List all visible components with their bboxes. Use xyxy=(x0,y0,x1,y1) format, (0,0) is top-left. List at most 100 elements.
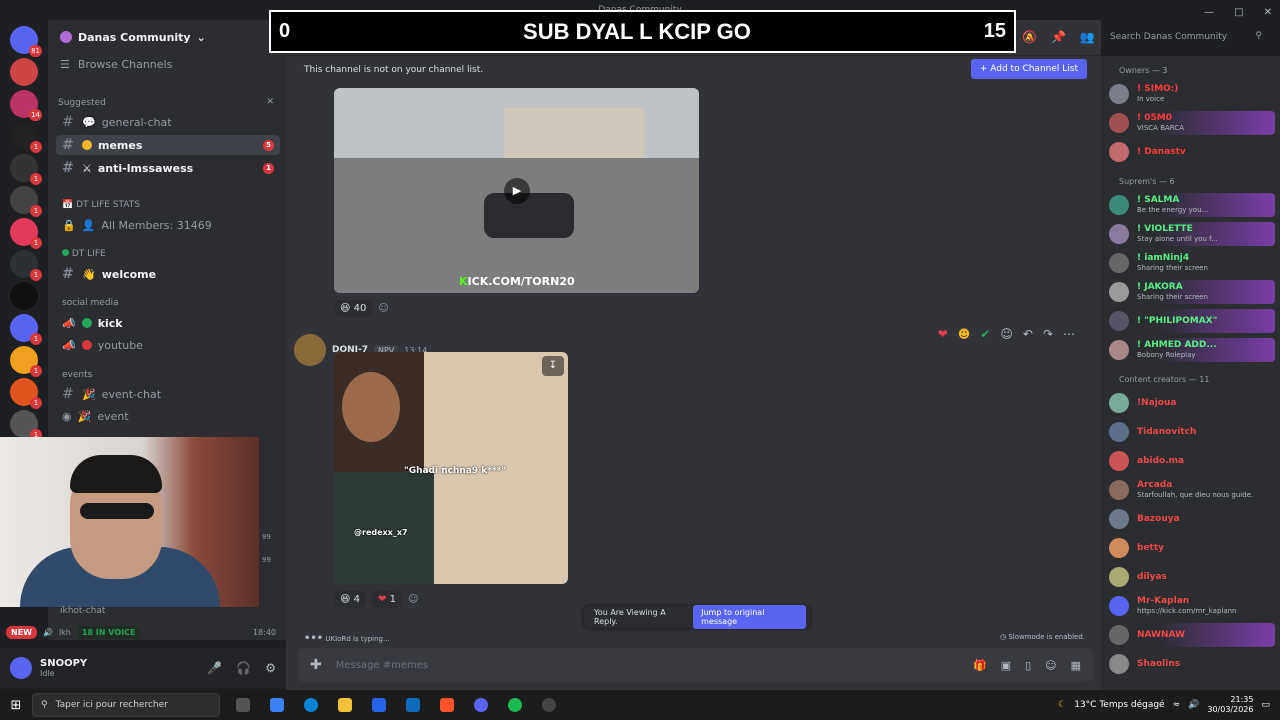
store-icon[interactable] xyxy=(372,698,386,712)
channel-memes[interactable]: # memes 5 xyxy=(56,135,280,155)
check-icon[interactable]: ✔ xyxy=(980,327,990,341)
member-item[interactable]: Mr-Kaplan https://kick.com/mr_kaplann xyxy=(1109,594,1275,618)
server-icon[interactable]: 1 xyxy=(10,154,42,185)
member-item[interactable]: ! 05M0 VISCA BARCA xyxy=(1109,111,1275,135)
add-to-channel-list-button[interactable]: + Add to Channel List xyxy=(970,59,1087,79)
spotify-icon[interactable] xyxy=(508,698,522,712)
channel-youtube[interactable]: 📣 youtube xyxy=(56,335,280,355)
voice-row[interactable]: NEW 🔊 lkh 18 IN VOICE 18:40 xyxy=(0,622,286,642)
heart-icon[interactable]: ❤ xyxy=(938,327,948,341)
member-item[interactable]: ! SALMA Be the energy you... xyxy=(1109,193,1275,217)
avatar[interactable] xyxy=(294,334,326,366)
channel-event-chat[interactable]: # 🎉 event-chat xyxy=(56,384,280,404)
server-header[interactable]: Danas Community ⌄ xyxy=(48,20,286,54)
server-icon[interactable]: 1 xyxy=(10,378,42,409)
member-item[interactable]: ! iamNinj4 Sharing their screen xyxy=(1109,251,1275,275)
dismiss-icon[interactable]: ✕ xyxy=(266,97,274,107)
plus-icon[interactable]: ✚ xyxy=(310,657,322,673)
brave-icon[interactable] xyxy=(440,698,454,712)
minimize-icon[interactable]: — xyxy=(1204,3,1214,23)
member-item[interactable]: Arcada Starfoullah, que dieu nous guide. xyxy=(1109,478,1275,502)
server-icon[interactable]: 14 xyxy=(10,90,42,121)
channel-general-chat[interactable]: # 💬 general-chat xyxy=(56,112,280,132)
category-events[interactable]: events xyxy=(62,370,92,380)
sticker-icon[interactable]: ▯ xyxy=(1025,659,1031,672)
server-icon[interactable] xyxy=(10,58,38,86)
volume-icon[interactable]: 🔊 xyxy=(1188,700,1199,710)
server-icon[interactable]: 1 xyxy=(10,410,42,441)
member-item[interactable]: ! SIMO:) In voice xyxy=(1109,82,1275,106)
download-icon[interactable]: ↧ xyxy=(542,356,564,376)
windows-start-icon[interactable]: ⊞ xyxy=(0,698,32,713)
reply-icon[interactable]: ↶ xyxy=(1023,327,1033,341)
member-item[interactable]: Shaolins xyxy=(1109,652,1275,676)
discord-icon[interactable]: 1 xyxy=(10,314,42,345)
category-suggested[interactable]: Suggested xyxy=(58,98,106,108)
wifi-icon[interactable]: ≈ xyxy=(1173,700,1181,710)
member-item[interactable]: !Najoua xyxy=(1109,391,1275,415)
play-icon[interactable]: ▶ xyxy=(504,178,530,204)
channel-welcome[interactable]: # 👋 welcome xyxy=(56,264,280,284)
server-icon[interactable]: 1 xyxy=(10,218,42,249)
member-item[interactable]: betty xyxy=(1109,536,1275,560)
copilot-icon[interactable] xyxy=(270,698,284,712)
gif-icon[interactable]: ▣ xyxy=(1001,659,1011,672)
headphones-muted-icon[interactable]: 🎧 xyxy=(236,661,251,675)
member-item[interactable]: Bazouya xyxy=(1109,507,1275,531)
pin-icon[interactable]: 📌 xyxy=(1051,30,1066,44)
taskbar-search[interactable]: ⚲ Taper ici pour rechercher xyxy=(32,693,220,717)
search-input[interactable]: Search Danas Community ⚲ xyxy=(1104,27,1268,49)
member-item[interactable]: ! Danastv xyxy=(1109,140,1275,164)
member-item[interactable]: ! VIOLETTE Stay alone until you f... xyxy=(1109,222,1275,246)
avatar[interactable] xyxy=(10,657,32,679)
member-item[interactable]: Tidanovitch xyxy=(1109,420,1275,444)
server-icon[interactable]: 1 xyxy=(10,250,42,281)
member-item[interactable]: ! JAKORA Sharing their screen xyxy=(1109,280,1275,304)
member-item[interactable]: ! "PHILIPOMAX" xyxy=(1109,309,1275,333)
category-dt-life[interactable]: DT LIFE xyxy=(62,249,106,259)
apps-icon[interactable]: ▦ xyxy=(1071,659,1081,672)
reaction-heart[interactable]: ❤ 1 xyxy=(371,591,402,608)
forward-icon[interactable]: ↷ xyxy=(1043,327,1053,341)
emoji-icon[interactable]: ☺ xyxy=(1045,659,1056,672)
member-item[interactable]: NAWNAW xyxy=(1109,623,1275,647)
reaction-laugh[interactable]: 😆 40 xyxy=(334,300,373,317)
category-social-media[interactable]: social media xyxy=(62,298,119,308)
server-icon[interactable]: 1 xyxy=(10,186,42,217)
server-icon[interactable] xyxy=(10,282,38,310)
channel-anti-lmssawess[interactable]: # ⚔ anti-lmssawess 1 xyxy=(56,158,280,178)
server-icon[interactable]: 1 xyxy=(10,122,42,153)
close-icon[interactable]: ✕ xyxy=(1264,3,1272,23)
category-dt-life-stats[interactable]: 📅 DT LIFE STATS xyxy=(62,200,140,210)
more-icon[interactable]: ⋯ xyxy=(1063,327,1075,341)
message-composer[interactable]: ✚ Message #memes 🎁 ▣ ▯ ☺ ▦ xyxy=(298,648,1093,682)
mail-icon[interactable] xyxy=(406,698,420,712)
home-icon[interactable]: 81 xyxy=(10,26,42,57)
channel-kick[interactable]: 📣 kick xyxy=(56,313,280,333)
notifications-icon[interactable]: ▭ xyxy=(1261,700,1270,710)
obs-icon[interactable] xyxy=(542,698,556,712)
add-reaction-icon[interactable]: ☺ xyxy=(378,303,388,314)
file-explorer-icon[interactable] xyxy=(338,698,352,712)
task-view-icon[interactable] xyxy=(236,698,250,712)
gear-icon[interactable]: ⚙ xyxy=(265,661,276,675)
bell-muted-icon[interactable]: 🔕 xyxy=(1022,30,1037,44)
video-attachment[interactable]: ▶ KICK.COM/TORN20 xyxy=(334,88,699,293)
browse-channels[interactable]: ☰ Browse Channels xyxy=(60,58,172,71)
discord-icon[interactable] xyxy=(474,698,488,712)
server-icon[interactable]: 1 xyxy=(10,346,42,377)
member-item[interactable]: abido.ma xyxy=(1109,449,1275,473)
laugh-icon[interactable]: ☻ xyxy=(958,327,971,341)
message-input[interactable]: Message #memes xyxy=(336,660,428,671)
image-attachment[interactable]: "Ghadi nchna9 k***" @redexx_x7 ↧ xyxy=(334,352,568,584)
mic-muted-icon[interactable]: 🎤 xyxy=(207,661,222,675)
add-reaction-icon[interactable]: ☺ xyxy=(408,594,418,605)
gift-icon[interactable]: 🎁 xyxy=(973,659,987,672)
add-reaction-icon[interactable]: ☺ xyxy=(1000,327,1013,341)
reaction-laugh[interactable]: 😆 4 xyxy=(334,591,366,608)
channel-event[interactable]: ◉ 🎉 event xyxy=(56,406,280,426)
channel-all-members[interactable]: 🔒 👤 All Members: 31469 xyxy=(56,215,280,235)
edge-icon[interactable] xyxy=(304,698,318,712)
members-icon[interactable]: 👥 xyxy=(1080,30,1095,44)
clock[interactable]: 21:35 30/03/2026 xyxy=(1207,695,1253,715)
